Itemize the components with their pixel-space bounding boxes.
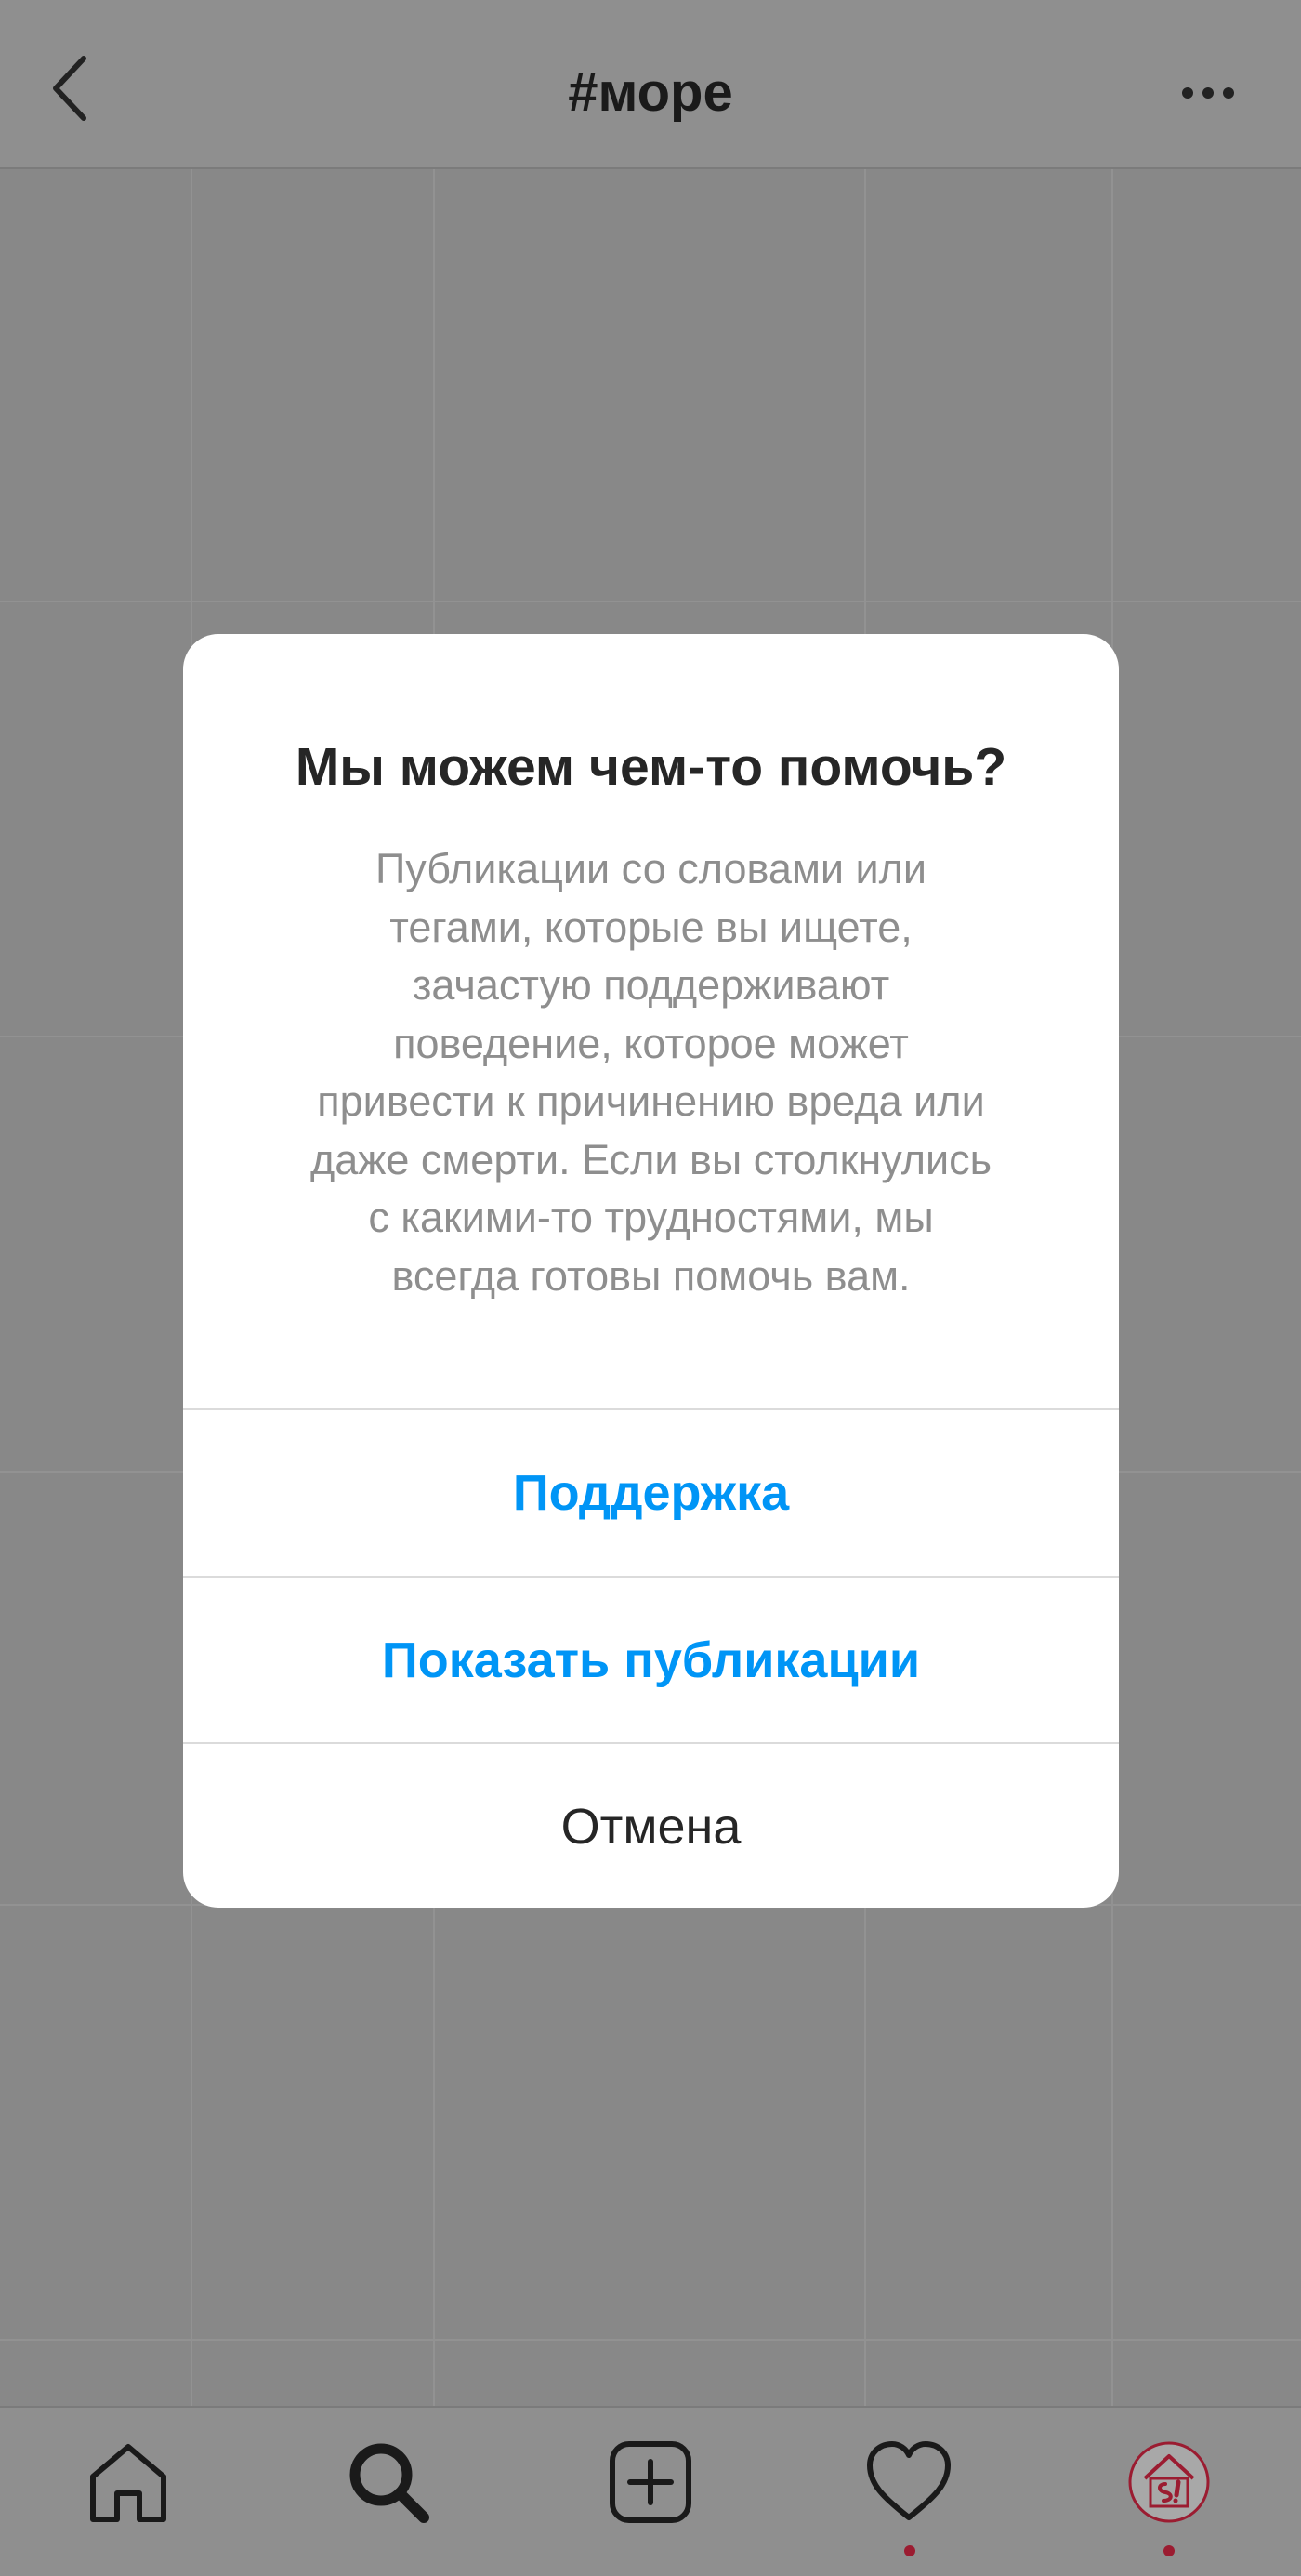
page-title: #море (568, 62, 733, 123)
cancel-button[interactable]: Отмена (183, 1744, 1119, 1908)
show-posts-button[interactable]: Показать публикации (183, 1578, 1119, 1743)
dialog-message: Публикации со словами или тегами, которы… (230, 840, 1072, 1305)
tab-activity[interactable] (853, 2426, 965, 2538)
dialog-message-line: даже смерти. Если вы столкнулись (309, 1135, 992, 1183)
grid-divider (0, 2339, 1301, 2341)
new-post-icon (610, 2441, 691, 2523)
home-icon (90, 2444, 166, 2522)
tab-new-post[interactable] (595, 2426, 706, 2538)
dialog-message-line: всегда готовы помочь вам. (391, 1251, 911, 1300)
profile-notification-dot (1163, 2545, 1175, 2556)
search-icon (349, 2443, 429, 2523)
profile-avatar-icon (1128, 2441, 1210, 2523)
tab-home[interactable] (72, 2426, 184, 2538)
dialog-title: Мы можем чем-то помочь? (295, 737, 1007, 797)
tab-search[interactable] (333, 2426, 444, 2538)
top-nav-bar: #море (0, 0, 1301, 169)
chevron-left-icon (53, 56, 86, 121)
support-button[interactable]: Поддержка (183, 1410, 1119, 1576)
more-horizontal-icon (1182, 87, 1234, 99)
help-dialog: Мы можем чем-то помочь? Публикации со сл… (183, 634, 1119, 1908)
dialog-message-line: зачастую поддерживают (412, 961, 890, 1009)
activity-notification-dot (904, 2545, 915, 2556)
back-button[interactable] (37, 46, 102, 130)
heart-icon (867, 2441, 951, 2520)
more-options-button[interactable] (1171, 56, 1245, 130)
dialog-message-line: тегами, которые вы ищете, (389, 903, 913, 951)
dialog-message-line: поведение, которое может (393, 1019, 909, 1067)
dialog-message-line: Публикации со словами или (375, 845, 927, 892)
dialog-message-line: привести к причинению вреда или (317, 1077, 985, 1125)
grid-divider (0, 601, 1301, 602)
dialog-message-line: с какими-то трудностями, мы (368, 1194, 934, 1241)
tab-profile[interactable] (1113, 2426, 1225, 2538)
bottom-tab-bar (0, 2406, 1301, 2576)
